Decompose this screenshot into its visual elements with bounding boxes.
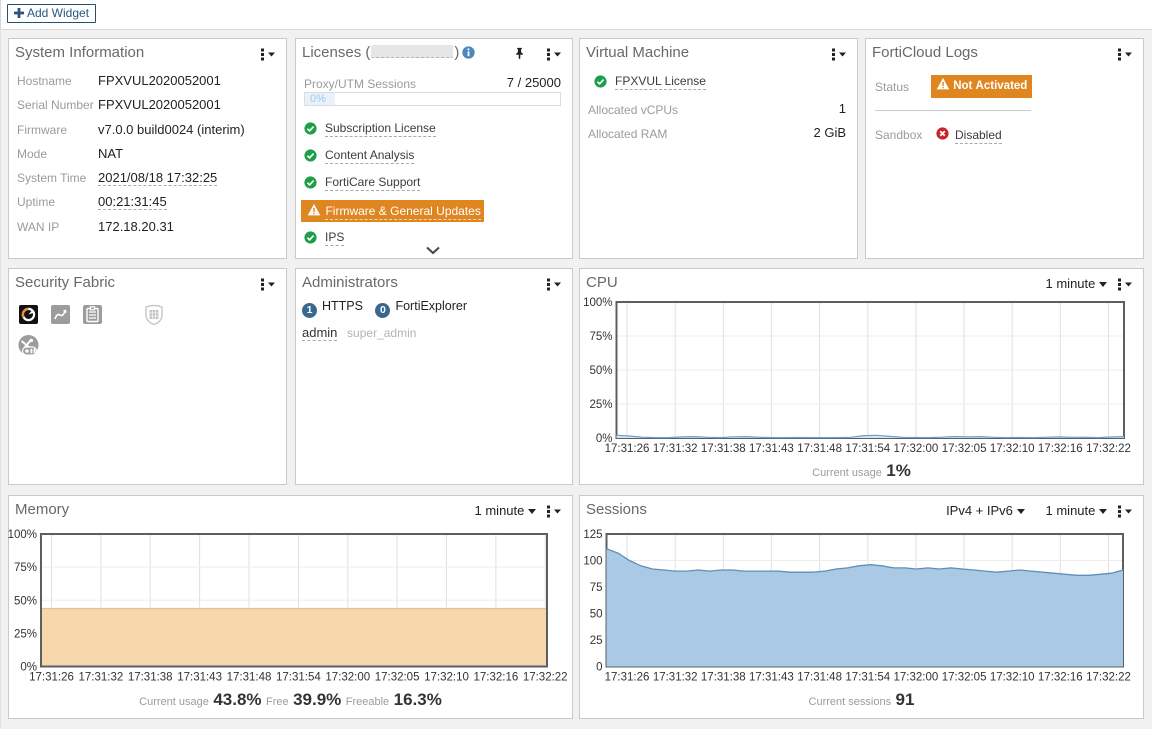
svg-text:17:32:10: 17:32:10 bbox=[990, 672, 1035, 684]
svg-text:17:31:32: 17:31:32 bbox=[653, 443, 698, 455]
svg-text:75%: 75% bbox=[589, 331, 612, 343]
svg-text:17:32:00: 17:32:00 bbox=[894, 443, 939, 455]
svg-text:17:31:26: 17:31:26 bbox=[605, 672, 650, 684]
svg-text:17:31:54: 17:31:54 bbox=[845, 672, 890, 684]
svg-text:17:31:38: 17:31:38 bbox=[701, 443, 746, 455]
svg-text:17:31:38: 17:31:38 bbox=[128, 672, 173, 684]
svg-text:25%: 25% bbox=[14, 628, 37, 640]
svg-text:17:31:38: 17:31:38 bbox=[701, 672, 746, 684]
svg-text:17:31:32: 17:31:32 bbox=[653, 672, 698, 684]
svg-text:17:32:00: 17:32:00 bbox=[325, 672, 370, 684]
svg-text:50: 50 bbox=[590, 609, 603, 621]
svg-text:17:31:43: 17:31:43 bbox=[749, 443, 794, 455]
svg-text:17:32:22: 17:32:22 bbox=[523, 672, 568, 684]
svg-text:17:31:48: 17:31:48 bbox=[797, 443, 842, 455]
svg-text:17:32:16: 17:32:16 bbox=[1038, 672, 1083, 684]
svg-text:0: 0 bbox=[596, 662, 602, 674]
svg-text:17:31:43: 17:31:43 bbox=[177, 672, 222, 684]
svg-text:50%: 50% bbox=[589, 365, 612, 377]
svg-text:17:32:10: 17:32:10 bbox=[990, 443, 1035, 455]
svg-text:17:32:05: 17:32:05 bbox=[375, 672, 420, 684]
svg-text:17:32:22: 17:32:22 bbox=[1086, 672, 1131, 684]
svg-text:100: 100 bbox=[583, 556, 602, 568]
svg-text:17:31:54: 17:31:54 bbox=[276, 672, 321, 684]
svg-text:17:32:10: 17:32:10 bbox=[424, 672, 469, 684]
svg-text:17:31:48: 17:31:48 bbox=[227, 672, 272, 684]
svg-text:100%: 100% bbox=[583, 297, 612, 309]
svg-text:17:32:22: 17:32:22 bbox=[1086, 443, 1131, 455]
svg-text:17:31:43: 17:31:43 bbox=[749, 672, 794, 684]
svg-text:17:31:54: 17:31:54 bbox=[845, 443, 890, 455]
svg-text:17:31:32: 17:31:32 bbox=[79, 672, 124, 684]
svg-text:25%: 25% bbox=[589, 399, 612, 411]
svg-text:17:32:05: 17:32:05 bbox=[942, 672, 987, 684]
svg-text:17:32:16: 17:32:16 bbox=[474, 672, 519, 684]
svg-text:50%: 50% bbox=[14, 595, 37, 607]
svg-text:25: 25 bbox=[590, 635, 603, 647]
svg-text:17:31:26: 17:31:26 bbox=[605, 443, 650, 455]
svg-text:17:31:26: 17:31:26 bbox=[29, 672, 74, 684]
svg-text:17:32:16: 17:32:16 bbox=[1038, 443, 1083, 455]
svg-text:100%: 100% bbox=[8, 529, 37, 541]
svg-text:17:31:48: 17:31:48 bbox=[797, 672, 842, 684]
svg-text:75: 75 bbox=[590, 582, 603, 594]
svg-text:17:32:00: 17:32:00 bbox=[894, 672, 939, 684]
svg-text:17:32:05: 17:32:05 bbox=[942, 443, 987, 455]
svg-text:125: 125 bbox=[583, 529, 602, 541]
svg-text:75%: 75% bbox=[14, 562, 37, 574]
